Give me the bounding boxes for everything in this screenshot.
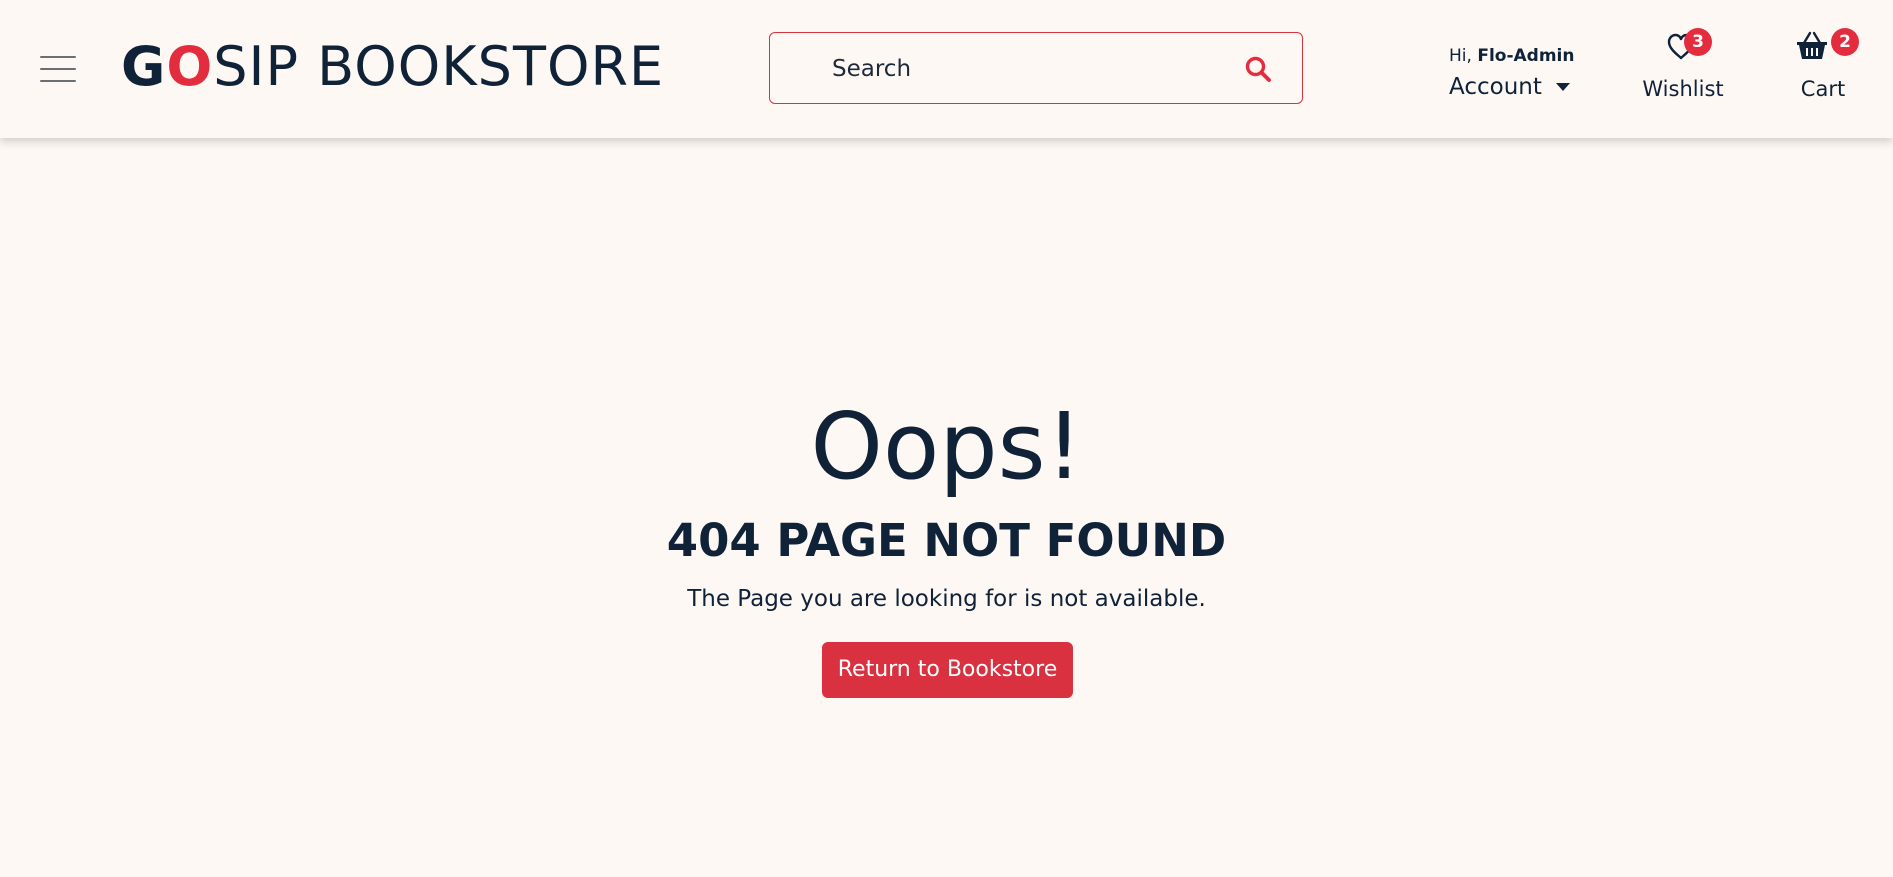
caret-down-icon xyxy=(1555,83,1570,91)
account-menu[interactable]: Hi, Flo-Admin Account xyxy=(1449,44,1574,102)
wishlist-link[interactable]: 3 Wishlist xyxy=(1642,28,1724,108)
cart-label: Cart xyxy=(1800,77,1846,101)
account-dropdown-toggle[interactable]: Account xyxy=(1449,72,1574,102)
logo-text-rest: SIP BOOKSTORE xyxy=(213,35,665,98)
search-icon[interactable] xyxy=(1244,55,1272,83)
wishlist-count-badge: 3 xyxy=(1684,28,1712,56)
cart-count-badge: 2 xyxy=(1831,28,1859,56)
error-headline: Oops! xyxy=(810,393,1083,500)
logo-letter-o: O xyxy=(166,35,214,98)
hamburger-menu-icon[interactable] xyxy=(40,54,76,84)
error-title: 404 PAGE NOT FOUND xyxy=(666,514,1227,567)
account-label: Account xyxy=(1449,74,1542,100)
search-box xyxy=(769,32,1303,104)
account-username: Flo-Admin xyxy=(1477,46,1575,66)
greeting-prefix: Hi, xyxy=(1449,46,1472,66)
return-to-bookstore-button[interactable]: Return to Bookstore xyxy=(822,642,1073,698)
error-message: The Page you are looking for is not avai… xyxy=(687,586,1206,612)
error-content: Oops! 404 PAGE NOT FOUND The Page you ar… xyxy=(0,138,1893,877)
search-input[interactable] xyxy=(830,51,1214,87)
wishlist-label: Wishlist xyxy=(1642,77,1724,101)
basket-icon xyxy=(1797,31,1827,59)
top-navbar: GOSIP BOOKSTORE Hi, Flo-Admin Account 3 … xyxy=(0,0,1893,138)
site-logo[interactable]: GOSIP BOOKSTORE xyxy=(121,32,664,102)
account-greeting: Hi, Flo-Admin xyxy=(1449,44,1574,68)
cart-link[interactable]: 2 Cart xyxy=(1795,28,1859,108)
logo-letter-g: G xyxy=(121,35,167,98)
